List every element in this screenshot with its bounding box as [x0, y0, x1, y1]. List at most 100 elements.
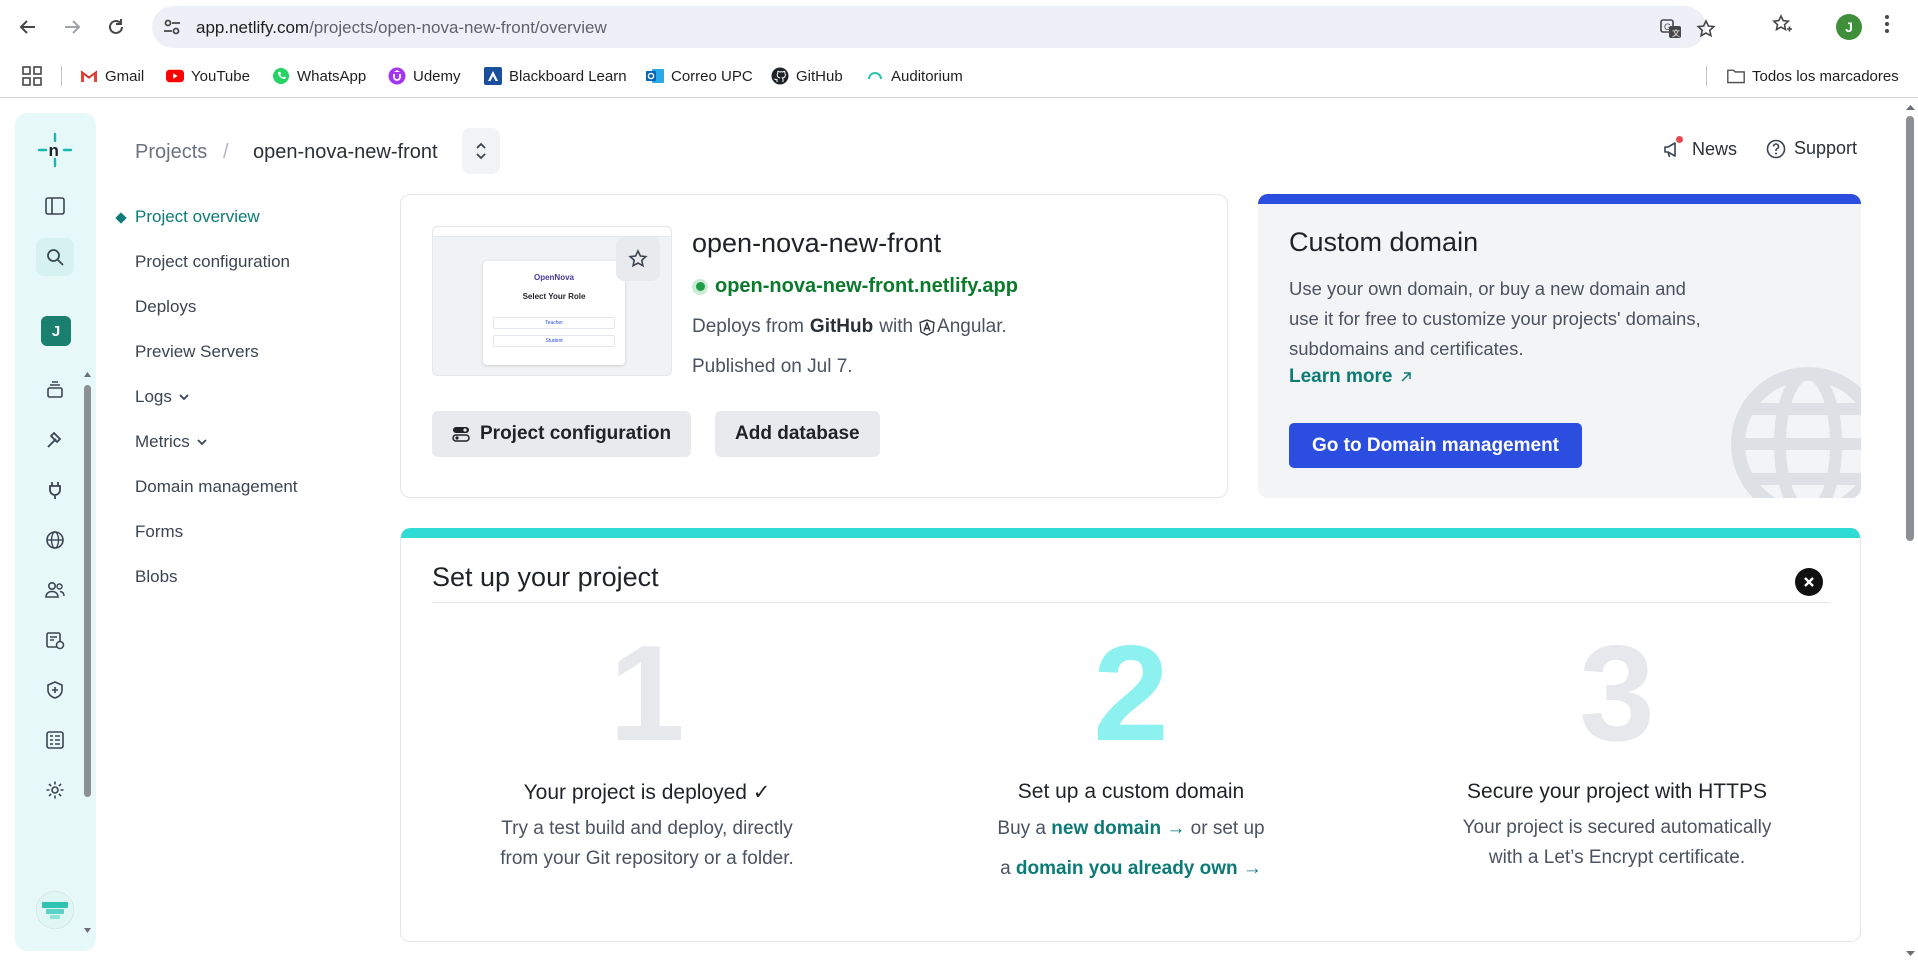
- bookmark-auditorium[interactable]: Auditorium: [866, 64, 963, 88]
- user-avatar[interactable]: [35, 890, 75, 930]
- back-button[interactable]: [12, 11, 44, 43]
- framework-label: Angular.: [937, 316, 1007, 337]
- card-accent-bar: [401, 528, 1860, 538]
- new-domain-link[interactable]: new domain →: [1051, 818, 1185, 839]
- breadcrumb-projects[interactable]: Projects: [135, 141, 207, 164]
- subnav-logs[interactable]: Logs: [135, 387, 190, 407]
- subnav-project-overview[interactable]: Project overview: [135, 207, 260, 227]
- scroll-down-icon[interactable]: [84, 927, 91, 934]
- hammer-icon[interactable]: [40, 425, 70, 455]
- project-switcher-button[interactable]: [462, 128, 500, 174]
- folder-icon: [1727, 67, 1745, 85]
- bookmark-label: Udemy: [413, 67, 461, 85]
- gear-icon[interactable]: [40, 775, 70, 805]
- bookmark-label: WhatsApp: [297, 67, 367, 85]
- bookmarks-divider: [61, 66, 62, 86]
- subnav-blobs[interactable]: Blobs: [135, 567, 178, 587]
- learn-more-label: Learn more: [1289, 366, 1393, 387]
- star-icon: [628, 249, 648, 268]
- project-configuration-button[interactable]: Project configuration: [432, 411, 692, 457]
- shield-icon[interactable]: [40, 675, 70, 705]
- existing-domain-link[interactable]: domain you already own →: [1016, 858, 1262, 879]
- scroll-up-icon[interactable]: [84, 371, 91, 378]
- layers-icon[interactable]: [40, 375, 70, 405]
- globe-icon[interactable]: [40, 525, 70, 555]
- bookmark-blackboard[interactable]: Blackboard Learn: [484, 64, 627, 88]
- setup-step-1: 1 Your project is deployed ✓ Try a test …: [417, 617, 877, 874]
- domain-management-button[interactable]: Go to Domain management: [1289, 423, 1582, 468]
- bookmark-label: YouTube: [191, 67, 250, 85]
- step-title: Secure your project with HTTPS: [1467, 780, 1767, 803]
- log-icon[interactable]: [40, 725, 70, 755]
- forward-arrow-icon: [65, 20, 81, 34]
- reading-list-icon[interactable]: [1771, 13, 1793, 35]
- page-scroll-thumb[interactable]: [1906, 116, 1914, 541]
- url-path: /projects/open-nova-new-front/overview: [309, 18, 607, 37]
- netlify-logo-icon[interactable]: n: [35, 130, 75, 170]
- address-bar[interactable]: app.netlify.com/projects/open-nova-new-f…: [152, 6, 1716, 48]
- project-site-link[interactable]: open-nova-new-front.netlify.app: [692, 275, 1018, 298]
- apps-grid-icon[interactable]: [22, 64, 42, 88]
- published-date: Published on Jul 7.: [692, 356, 853, 377]
- blackboard-icon: [484, 67, 502, 85]
- all-bookmarks[interactable]: Todos los marcadores: [1727, 64, 1899, 88]
- setup-step-2: 2 Set up a custom domain Buy a new domai…: [901, 625, 1361, 889]
- bookmark-gmail[interactable]: Gmail: [80, 64, 144, 88]
- external-arrow-icon: [1401, 372, 1412, 382]
- reload-icon: [109, 19, 123, 34]
- megaphone-icon: [1662, 136, 1684, 160]
- github-icon: [771, 67, 789, 85]
- deploys-prefix: Deploys from: [692, 316, 804, 337]
- reload-button[interactable]: [100, 11, 132, 43]
- gmail-icon: [80, 67, 98, 85]
- forward-button[interactable]: [56, 11, 88, 43]
- bookmark-label: Gmail: [105, 67, 145, 85]
- subnav-metrics[interactable]: Metrics: [135, 432, 208, 452]
- search-icon[interactable]: [36, 238, 74, 276]
- bookmark-correo-upc[interactable]: Correo UPC: [646, 64, 753, 88]
- bookmark-whatsapp[interactable]: WhatsApp: [272, 64, 366, 88]
- bookmark-youtube[interactable]: YouTube: [166, 64, 250, 88]
- subnav-domain-management[interactable]: Domain management: [135, 477, 298, 497]
- users-icon[interactable]: [40, 575, 70, 605]
- favorite-button[interactable]: [616, 237, 660, 281]
- bookmark-github[interactable]: GitHub: [771, 64, 843, 88]
- subnav-preview-servers[interactable]: Preview Servers: [135, 342, 259, 362]
- dismiss-setup-button[interactable]: [1795, 568, 1823, 596]
- svg-text:文: 文: [1672, 28, 1680, 38]
- chevron-up-down-icon: [476, 142, 486, 160]
- step-number: 1: [609, 617, 685, 769]
- form-icon[interactable]: [40, 625, 70, 655]
- add-database-button[interactable]: Add database: [715, 411, 880, 457]
- subnav-forms[interactable]: Forms: [135, 522, 183, 542]
- team-avatar[interactable]: J: [41, 316, 71, 346]
- subnav-deploys[interactable]: Deploys: [135, 297, 196, 317]
- step-description-line: from your Git repository or a folder.: [500, 848, 794, 869]
- step-description: Buy a new domain → or set up a domain yo…: [901, 809, 1361, 889]
- profile-avatar[interactable]: J: [1836, 14, 1862, 40]
- learn-more-link[interactable]: Learn more: [1289, 366, 1412, 388]
- translate-icon[interactable]: G文: [1660, 19, 1682, 39]
- bookmark-udemy[interactable]: Udemy: [388, 64, 461, 88]
- support-link[interactable]: Support: [1766, 138, 1857, 159]
- subnav-project-configuration[interactable]: Project configuration: [135, 252, 290, 272]
- help-circle-icon: [1766, 139, 1786, 158]
- plug-icon[interactable]: [40, 475, 70, 505]
- bookmark-star-icon[interactable]: [1696, 19, 1716, 39]
- page-scrollbar[interactable]: [1903, 100, 1918, 962]
- scroll-down-icon[interactable]: [1906, 950, 1915, 957]
- scroll-up-icon[interactable]: [1906, 104, 1915, 111]
- news-link[interactable]: News: [1662, 136, 1738, 160]
- rail-scroll-thumb[interactable]: [84, 385, 91, 797]
- project-name: open-nova-new-front: [692, 228, 942, 258]
- thumbnail-topbar: [433, 227, 671, 237]
- site-settings-icon[interactable]: [162, 17, 182, 37]
- browser-menu-icon[interactable]: [1884, 13, 1890, 35]
- thumbnail-dialog: OpenNova Select Your Role Teacher Studen…: [483, 261, 625, 365]
- rail-scrollbar[interactable]: [84, 371, 91, 933]
- sidebar-toggle-icon[interactable]: [40, 191, 70, 221]
- news-label: News: [1692, 138, 1738, 159]
- udemy-icon: [388, 67, 406, 85]
- step-description-line: Buy a new domain → or set up: [901, 809, 1361, 849]
- active-indicator: [115, 212, 127, 224]
